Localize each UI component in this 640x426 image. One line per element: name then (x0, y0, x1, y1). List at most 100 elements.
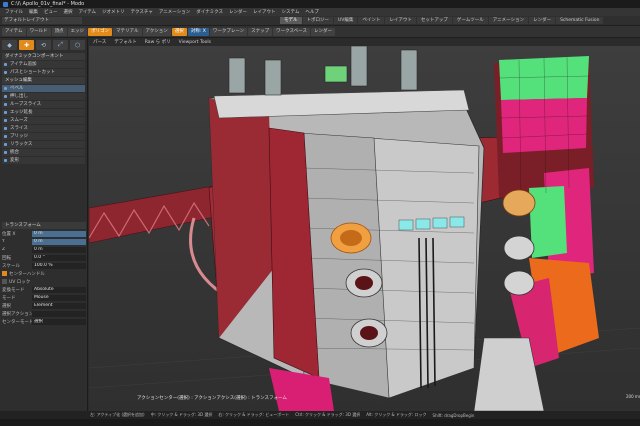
toolbar-button[interactable]: マテリアル (113, 27, 142, 36)
panel-tool-item[interactable]: リラックス (2, 141, 85, 148)
tool-icon[interactable]: ⟲ (36, 40, 51, 50)
checkbox[interactable] (2, 271, 7, 276)
transform-value-field[interactable]: 0.0 ° (32, 254, 86, 261)
layout-tab[interactable]: ペイント (358, 17, 385, 24)
transform-extras: 変換モード Absolute モード Mouse 選択 Element 選択アクション センタ… (0, 286, 88, 325)
panel-tool-item[interactable]: ベベル (2, 85, 85, 92)
status-text: Alt: クリック & ドラッグ: ロック (366, 412, 427, 417)
panel-tool-item[interactable]: ループスライス (2, 101, 85, 108)
transform-check-row[interactable]: UV ロック (2, 278, 86, 285)
layout-tab[interactable]: トポロジー (302, 17, 333, 24)
checkbox-label: センターハンドル (9, 271, 45, 277)
menu-bar: ファイル 編集 ビュー 選択 アイテム ジオメトリ テクスチャ アニメーション ダイナミクス レン… (0, 8, 640, 16)
panel-tool-item[interactable]: スライス (2, 125, 85, 132)
transform-title: トランスフォーム (2, 222, 86, 229)
transform-row: スケール 100.0 % (2, 262, 86, 269)
top-chimneys (228, 45, 418, 96)
menu-item[interactable]: システム (279, 9, 303, 15)
toolbar-button[interactable]: ポリゴン (88, 27, 113, 36)
spaceship-model (89, 45, 640, 411)
layout-bar: デフォルトレイアウト モデル トポロジー UV編集 ペイント レイアウト セットアップ ゲー… (0, 16, 640, 26)
transform-label: センターモード (2, 319, 32, 325)
menu-item[interactable]: レイアウト (250, 9, 279, 15)
panel-tool-item[interactable]: アイテム追加 (2, 61, 85, 68)
transform-dropdown[interactable] (32, 310, 86, 317)
menu-item[interactable]: ヘルプ (302, 9, 322, 15)
layout-tab[interactable]: アニメーション (488, 17, 529, 24)
menu-item[interactable]: ジオメトリ (99, 9, 128, 15)
transform-row: 回転 0.0 ° (2, 254, 86, 261)
viewport-header-item[interactable]: Viewport Tools (179, 40, 211, 45)
tool-icon[interactable]: ✚ (19, 40, 34, 50)
transform-check-row[interactable]: センターハンドル (2, 270, 86, 277)
toolbar-button[interactable]: ワークスペース (273, 27, 310, 36)
transform-checks: センターハンドル UV ロック (0, 270, 88, 285)
menu-item[interactable]: アイテム (76, 9, 100, 15)
layout-select[interactable]: デフォルトレイアウト (2, 17, 82, 24)
layout-tab[interactable]: Schematic Fusion (556, 17, 604, 24)
3d-viewport[interactable]: パース デフォルト Raw ら ポリ Viewport Tools アクションセンター… (89, 38, 640, 411)
checkbox[interactable] (2, 279, 7, 284)
toolbar-button[interactable]: スナップ (248, 27, 273, 36)
toolbar-button[interactable]: ワークプレーン (209, 27, 248, 36)
layout-tab[interactable]: レイアウト (385, 17, 416, 24)
viewport-header-item[interactable]: デフォルト (114, 39, 137, 45)
menu-item[interactable]: 選択 (61, 9, 76, 15)
layout-tab[interactable]: ゲームツール (452, 17, 488, 24)
toolbar-button[interactable]: レンダー (310, 27, 335, 36)
menu-item[interactable]: レンダー (226, 9, 250, 15)
layout-tab[interactable]: レンダー (529, 17, 556, 24)
viewport-header-item[interactable]: パース (93, 39, 106, 45)
menu-item[interactable]: ダイナミクス (193, 9, 226, 15)
panel-tool-item[interactable]: 変形 (2, 157, 85, 164)
layout-tab[interactable]: セットアップ (416, 17, 452, 24)
panel-tool-item[interactable]: エッジ延長 (2, 109, 85, 116)
viewport-action-info: アクションセンター(選択) : アクションアクシス(選択) : トランスフォーム (137, 396, 287, 401)
toolbar-button[interactable]: アクション (142, 27, 171, 36)
menu-item[interactable]: 編集 (26, 9, 41, 15)
menu-item[interactable]: テクスチャ (128, 9, 156, 15)
transform-label: 回転 (2, 255, 11, 261)
transform-row: Y 0 m (2, 238, 86, 245)
transform-extra-row: モード Mouse (2, 294, 86, 301)
panel-tool-item[interactable]: パスとショートカット (2, 69, 85, 76)
panel-tool-item[interactable]: 押し出し (2, 93, 85, 100)
transform-label: Y (2, 239, 5, 244)
viewport-header-item[interactable]: Raw ら ポリ (145, 39, 171, 45)
menu-item[interactable]: アニメーション (156, 9, 193, 15)
viewport-scale-readout: 200 mm (626, 394, 640, 399)
transform-value-field[interactable]: 0 m (32, 246, 86, 253)
transform-value-field[interactable]: 0 m (32, 238, 86, 245)
transform-dropdown[interactable]: Element (32, 302, 86, 309)
toolbar-button[interactable]: 選択 (171, 27, 187, 36)
panel-tool-item[interactable]: 統合 (2, 149, 85, 156)
transform-dropdown[interactable]: 選択 (32, 318, 86, 325)
toolbar-button[interactable]: 頂点 (51, 27, 67, 36)
transform-extra-row: 変換モード Absolute (2, 286, 86, 293)
layout-tab[interactable]: UV編集 (334, 17, 358, 24)
mode-toolbar: アイテム ワールド 頂点 エッジ ポリゴン マテリアル アクション 選択 対称: X ワークプレー… (0, 26, 640, 38)
panel-section-header[interactable]: メッシュ編集 (2, 77, 85, 84)
toolbar-button[interactable]: ワールド (26, 27, 51, 36)
transform-dropdown[interactable]: Mouse (32, 294, 86, 301)
transform-dropdown[interactable]: Absolute (32, 286, 86, 293)
toolbar-button[interactable]: アイテム (2, 27, 26, 36)
window-title: C:\i\ Apollo_01v_final* - Modo (11, 1, 85, 7)
transform-extra-row: 選択 Element (2, 302, 86, 309)
panel-tool-item[interactable]: スムーズ (2, 117, 85, 124)
transform-value-field[interactable]: 100.0 % (32, 262, 86, 269)
panel-section-header[interactable]: ダイナミックコンポーネント (2, 53, 85, 60)
title-bar: C:\i\ Apollo_01v_final* - Modo (0, 0, 640, 8)
menu-item[interactable]: ビュー (41, 9, 61, 15)
tool-icon[interactable]: ⤢ (53, 40, 68, 50)
tool-icon[interactable]: ⬡ (70, 40, 85, 50)
tool-icon[interactable]: ◆ (2, 40, 17, 50)
layout-tab[interactable]: モデル (280, 17, 302, 24)
toolbar-button[interactable]: 対称: X (187, 27, 209, 36)
panel-tool-item[interactable]: ブリッジ (2, 133, 85, 140)
toolbar-button[interactable]: エッジ (67, 27, 88, 36)
status-text: 右: クリック & ドラッグ: ビューポート (218, 412, 290, 417)
menu-item[interactable]: ファイル (2, 9, 26, 15)
transform-value-field[interactable]: 0 m (32, 230, 86, 237)
viewport-header: パース デフォルト Raw ら ポリ Viewport Tools (89, 38, 640, 46)
